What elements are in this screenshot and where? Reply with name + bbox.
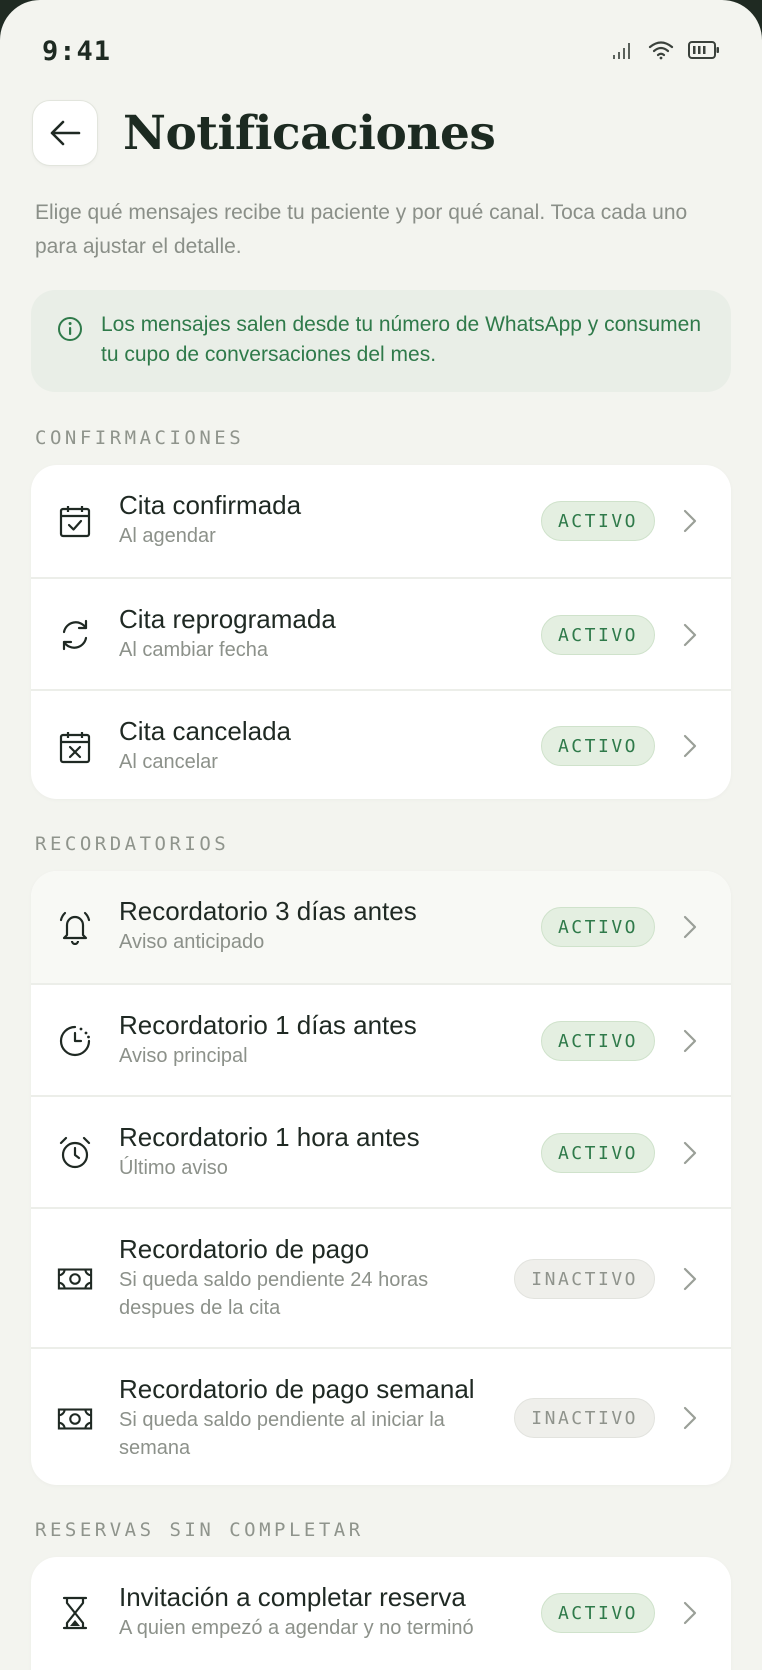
battery-icon bbox=[688, 41, 719, 59]
info-icon bbox=[58, 317, 82, 341]
card-reservas: Invitación a completar reserva A quien e… bbox=[31, 1557, 731, 1670]
section-label-reservas: RESERVAS SIN COMPLETAR bbox=[35, 1519, 364, 1541]
status-badge: ACTIVO bbox=[540, 907, 655, 947]
item-subtitle: A quien empezó a agendar y no terminó bbox=[119, 1617, 474, 1639]
info-text: Los mensajes salen desde tu número de Wh… bbox=[101, 313, 702, 366]
status-badge: INACTIVO bbox=[514, 1398, 655, 1438]
item-title: Cita reprogramada bbox=[119, 604, 336, 634]
alarm-clock-icon bbox=[57, 1135, 93, 1171]
list-item-recordatorio-pago[interactable]: Recordatorio de pago Si queda saldo pend… bbox=[31, 1207, 731, 1347]
item-subtitle: Aviso principal bbox=[119, 1045, 248, 1067]
signal-icon bbox=[613, 43, 630, 59]
item-subtitle-line-1: Si queda saldo pendiente 24 horas bbox=[119, 1269, 429, 1291]
item-title: Recordatorio 3 días antes bbox=[119, 896, 417, 926]
item-subtitle: Al cambiar fecha bbox=[119, 639, 268, 661]
item-subtitle: Al agendar bbox=[119, 525, 216, 547]
header: Notificaciones bbox=[32, 100, 496, 166]
card-recordatorios: Recordatorio 3 días antes Aviso anticipa… bbox=[31, 871, 731, 1485]
bell-icon bbox=[57, 909, 93, 945]
list-item-invitacion-reserva[interactable]: Invitación a completar reserva A quien e… bbox=[31, 1557, 731, 1669]
money-icon bbox=[57, 1401, 93, 1437]
list-item-recordatorio-1-hora[interactable]: Recordatorio 1 hora antes Último aviso A… bbox=[31, 1095, 731, 1207]
chevron-right-icon bbox=[683, 1141, 697, 1165]
list-item-recordatorio-3-dias[interactable]: Recordatorio 3 días antes Aviso anticipa… bbox=[31, 871, 731, 983]
status-badge: ACTIVO bbox=[540, 501, 655, 541]
list-item-cita-cancelada[interactable]: Cita cancelada Al cancelar ACTIVO bbox=[31, 689, 731, 799]
list-item-cita-reprogramada[interactable]: Cita reprogramada Al cambiar fecha ACTIV… bbox=[31, 577, 731, 689]
wifi-icon bbox=[648, 41, 674, 60]
chevron-right-icon bbox=[683, 1406, 697, 1430]
item-subtitle-line-1: Si queda saldo pendiente al iniciar la bbox=[119, 1409, 445, 1431]
intro-text: Elige qué mensajes recibe tu paciente y … bbox=[35, 201, 688, 258]
section-label-recordatorios: RECORDATORIOS bbox=[35, 833, 230, 855]
card-confirmaciones: Cita confirmada Al agendar ACTIVO Cita r… bbox=[31, 465, 731, 799]
list-item-recordatorio-pago-semanal[interactable]: Recordatorio de pago semanal Si queda sa… bbox=[31, 1347, 731, 1485]
status-icons bbox=[612, 40, 720, 60]
item-title: Recordatorio 1 días antes bbox=[119, 1010, 417, 1040]
status-badge: ACTIVO bbox=[540, 726, 655, 766]
chevron-right-icon bbox=[683, 1601, 697, 1625]
status-badge: ACTIVO bbox=[540, 1133, 655, 1173]
calendar-x-icon bbox=[57, 729, 93, 765]
list-item-cita-confirmada[interactable]: Cita confirmada Al agendar ACTIVO bbox=[31, 465, 731, 577]
status-bar: 9:41 bbox=[0, 0, 762, 100]
section-label-confirmaciones: CONFIRMACIONES bbox=[35, 427, 245, 449]
item-title: Cita confirmada bbox=[119, 490, 302, 520]
back-button[interactable] bbox=[32, 100, 98, 166]
chevron-right-icon bbox=[683, 734, 697, 758]
status-time: 9:41 bbox=[42, 36, 112, 67]
item-subtitle: Al cancelar bbox=[119, 751, 218, 773]
status-badge: ACTIVO bbox=[540, 1593, 655, 1633]
list-item-recordatorio-1-dias[interactable]: Recordatorio 1 días antes Aviso principa… bbox=[31, 983, 731, 1095]
item-title: Recordatorio 1 hora antes bbox=[119, 1122, 420, 1152]
chevron-right-icon bbox=[683, 1029, 697, 1053]
chevron-right-icon bbox=[683, 623, 697, 647]
info-box: Los mensajes salen desde tu número de Wh… bbox=[31, 290, 731, 392]
status-badge: INACTIVO bbox=[514, 1259, 655, 1299]
chevron-right-icon bbox=[683, 1267, 697, 1291]
item-subtitle-line-2: despues de la cita bbox=[119, 1297, 281, 1319]
item-title: Recordatorio de pago bbox=[119, 1234, 370, 1264]
item-subtitle-line-2: semana bbox=[119, 1437, 191, 1459]
phone-screen: 9:41 Notificaciones Elige qué mensajes r… bbox=[0, 0, 762, 1670]
page-title: Notificaciones bbox=[123, 105, 496, 161]
item-subtitle: Aviso anticipado bbox=[119, 931, 265, 953]
item-title: Invitación a completar reserva bbox=[119, 1582, 466, 1612]
status-badge: ACTIVO bbox=[540, 1021, 655, 1061]
money-icon bbox=[57, 1261, 93, 1297]
item-title: Cita cancelada bbox=[119, 716, 291, 746]
item-title: Recordatorio de pago semanal bbox=[119, 1374, 475, 1404]
chevron-right-icon bbox=[683, 915, 697, 939]
clock-dashed-icon bbox=[57, 1023, 93, 1059]
calendar-check-icon bbox=[57, 503, 93, 539]
refresh-icon bbox=[57, 617, 93, 653]
hourglass-icon bbox=[57, 1595, 93, 1631]
arrow-left-icon bbox=[50, 120, 81, 146]
chevron-right-icon bbox=[683, 509, 697, 533]
status-badge: ACTIVO bbox=[540, 615, 655, 655]
item-subtitle: Último aviso bbox=[119, 1157, 228, 1179]
